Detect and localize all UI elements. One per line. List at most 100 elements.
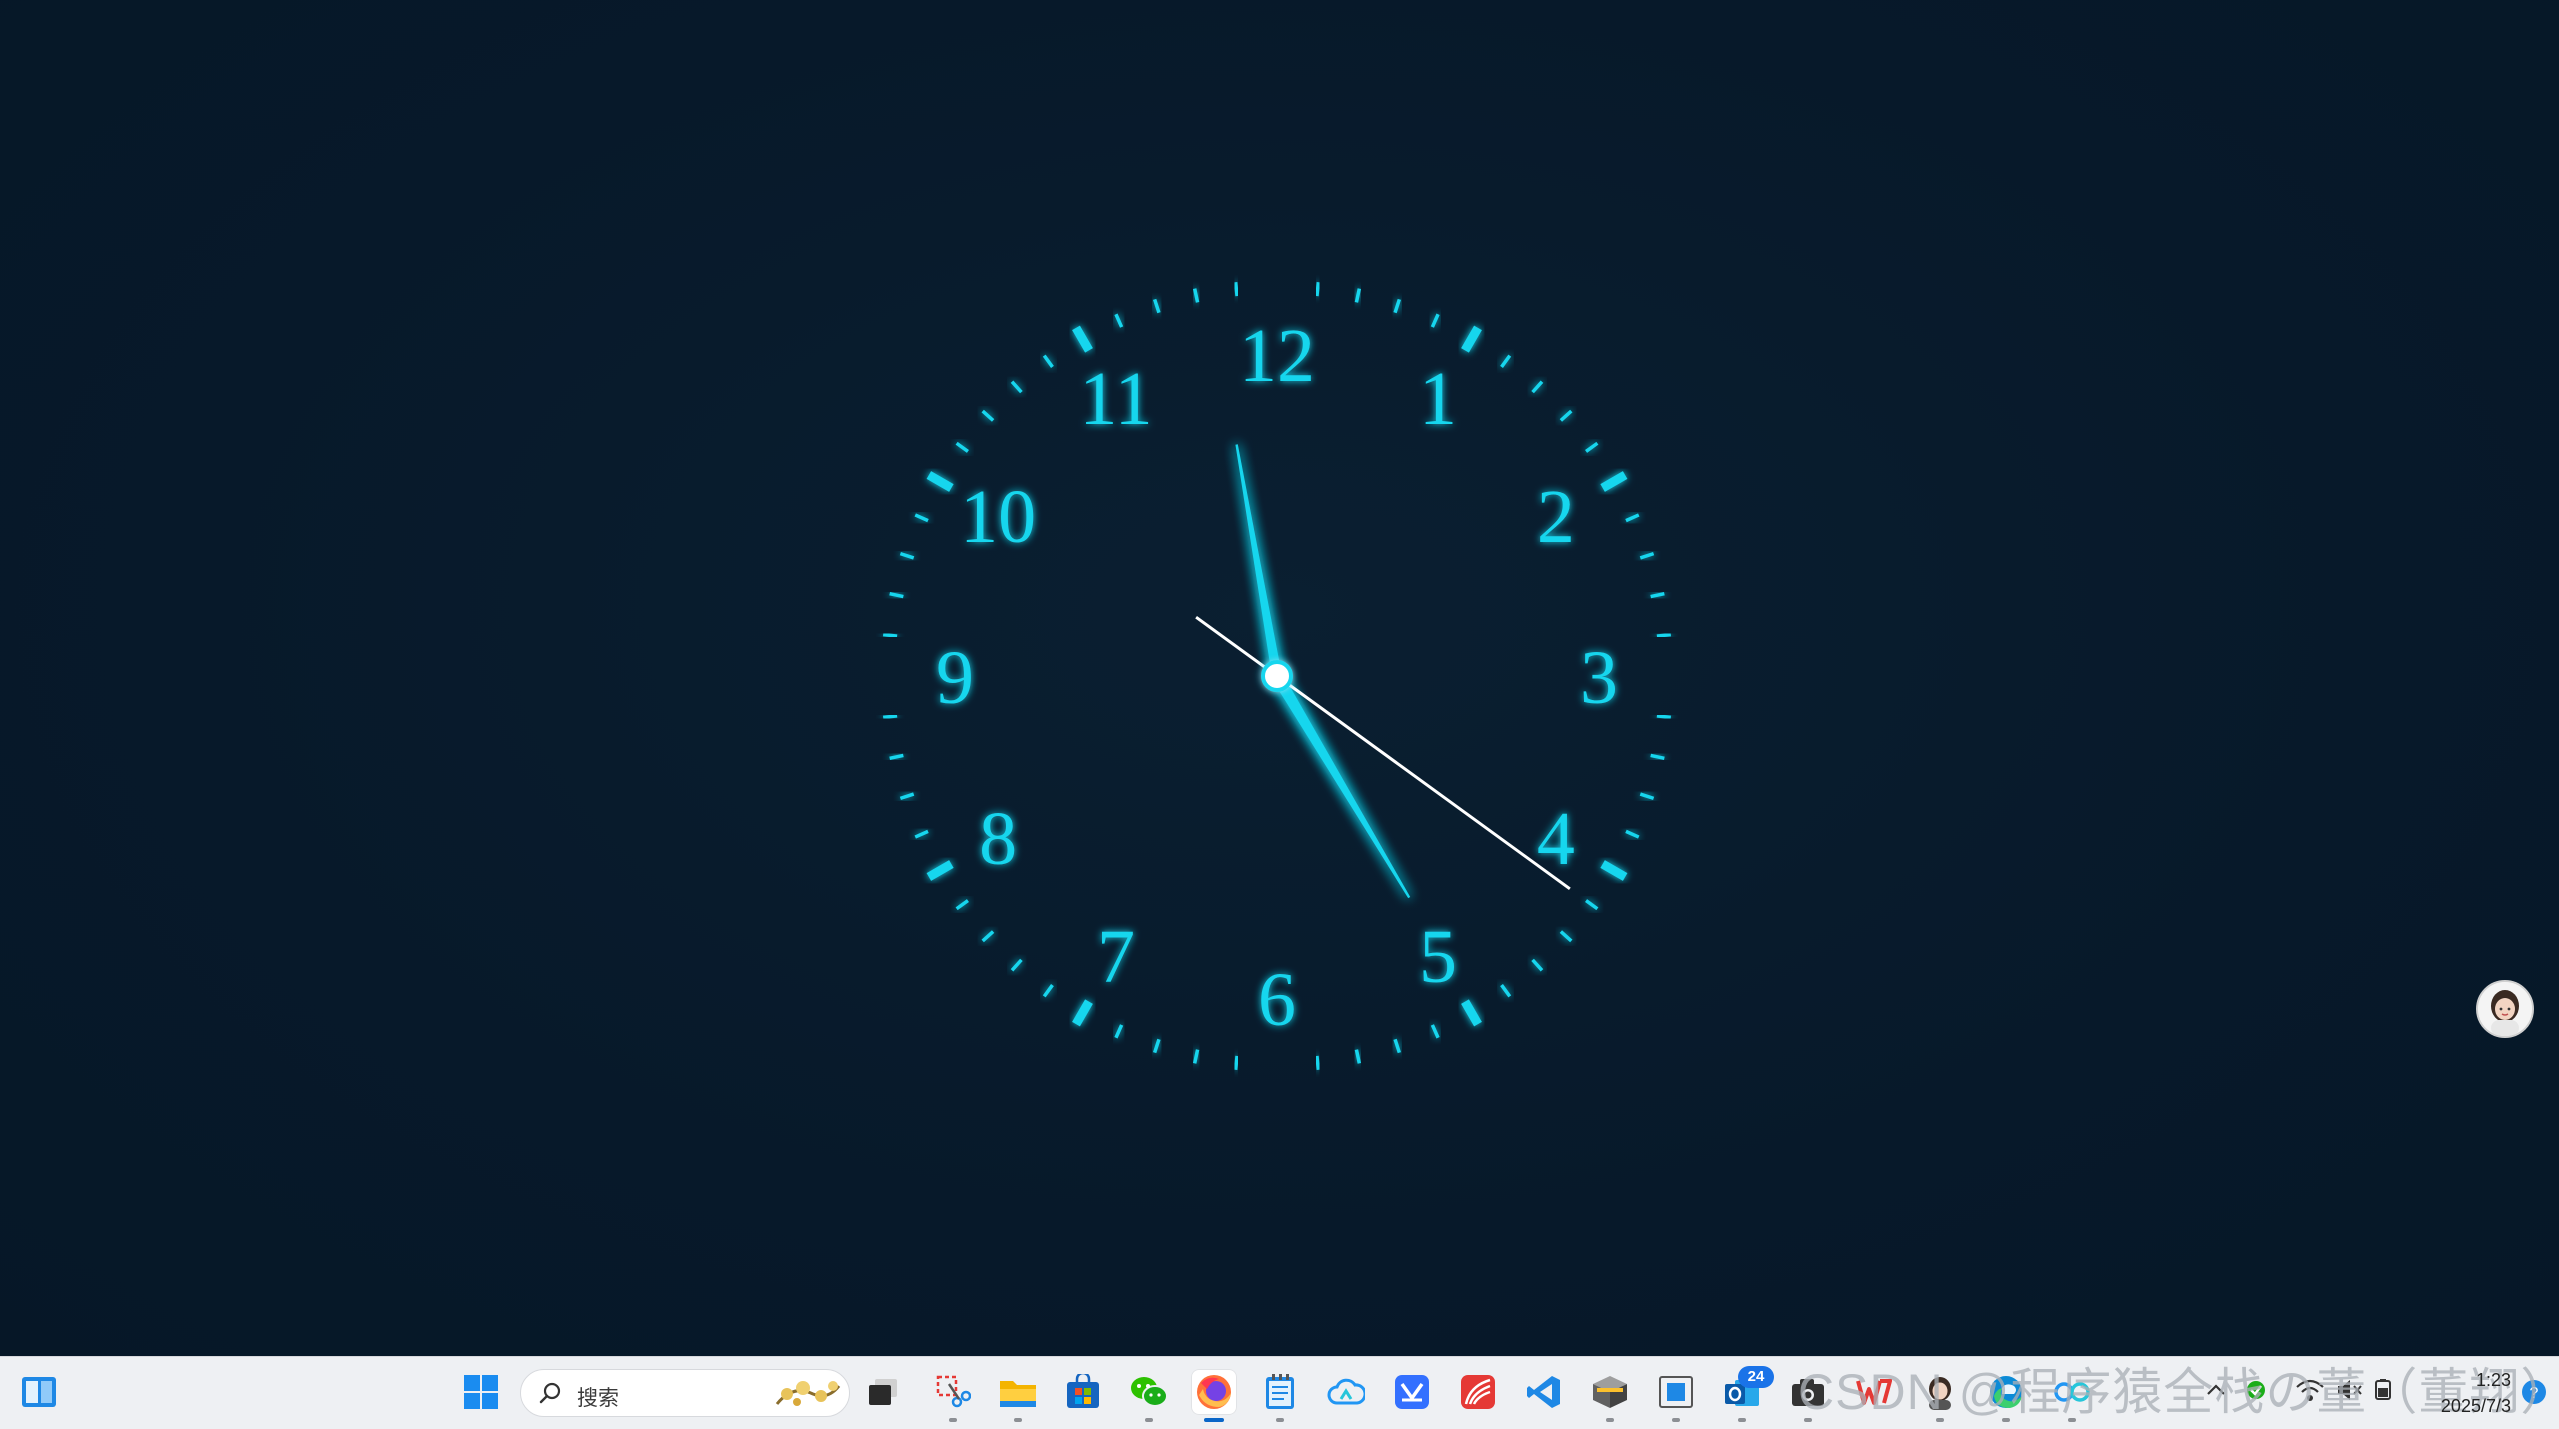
clock-minute-tick bbox=[914, 513, 929, 523]
clock-hands bbox=[1195, 444, 1571, 899]
clock-minute-tick bbox=[981, 930, 995, 943]
task-view-button[interactable] bbox=[860, 1369, 906, 1415]
desktop: 12 1 2 3 4 5 6 7 8 9 10 11 bbox=[0, 0, 2559, 1356]
clock-minute-tick bbox=[1430, 313, 1440, 328]
xuexitong-button[interactable] bbox=[1455, 1369, 1501, 1415]
clock-minute-tick bbox=[1393, 298, 1402, 314]
running-indicator bbox=[1672, 1418, 1680, 1422]
notepad-icon bbox=[1266, 1374, 1294, 1409]
firefox-button[interactable] bbox=[1191, 1369, 1237, 1422]
clock-numeral-6: 6 bbox=[1258, 958, 1296, 1042]
widgets-button[interactable] bbox=[16, 1369, 62, 1415]
clock-minute-tick bbox=[1233, 281, 1239, 297]
clock-minute-tick bbox=[889, 591, 904, 599]
lark-button[interactable] bbox=[1389, 1369, 1435, 1415]
floating-avatar[interactable] bbox=[2476, 980, 2534, 1038]
snipping-tool-button[interactable] bbox=[930, 1369, 976, 1422]
clock-numeral-10: 10 bbox=[960, 475, 1036, 559]
clock-hour-tick bbox=[926, 471, 954, 492]
clock-hour-tick bbox=[1461, 325, 1482, 353]
clock-minute-tick bbox=[1559, 409, 1573, 422]
start-icon bbox=[464, 1375, 498, 1409]
search-icon bbox=[539, 1382, 561, 1404]
clock-minute-tick bbox=[955, 441, 969, 453]
clock-minute-tick bbox=[889, 753, 904, 761]
widgets-icon bbox=[22, 1377, 56, 1407]
clock-second-hand bbox=[1195, 616, 1571, 890]
notepad-button[interactable] bbox=[1257, 1369, 1303, 1422]
package-app-button[interactable] bbox=[1587, 1369, 1633, 1422]
clock-minute-tick bbox=[1625, 513, 1640, 523]
clock-minute-tick bbox=[1639, 551, 1655, 560]
clock-minute-tick bbox=[1531, 958, 1544, 972]
clock-numeral-2: 2 bbox=[1537, 475, 1575, 559]
running-indicator bbox=[1014, 1418, 1022, 1422]
clock-center-cap bbox=[1261, 660, 1293, 692]
analog-clock: 121234567891011 bbox=[875, 274, 1679, 1078]
lark-icon bbox=[1395, 1375, 1429, 1409]
search-placeholder: 搜索 bbox=[577, 1387, 619, 1410]
running-indicator bbox=[1204, 1418, 1224, 1422]
clock-minute-tick bbox=[1393, 1038, 1402, 1054]
clock-minute-tick bbox=[1585, 441, 1599, 453]
clock-minute-tick bbox=[1625, 829, 1640, 839]
window-app-icon bbox=[1659, 1376, 1693, 1408]
microsoft-store-icon bbox=[1067, 1374, 1099, 1408]
tray-time[interactable]: 1:23 bbox=[2391, 1370, 2511, 1391]
clock-numeral-1: 1 bbox=[1419, 357, 1457, 441]
running-indicator bbox=[1145, 1418, 1153, 1422]
clock-minute-tick bbox=[1559, 930, 1573, 943]
clock-numeral-5: 5 bbox=[1419, 915, 1457, 999]
xuexitong-icon bbox=[1461, 1375, 1495, 1409]
search-input[interactable]: 搜索 bbox=[520, 1369, 850, 1417]
clock-minute-tick bbox=[1152, 1038, 1161, 1054]
clock-minute-tick bbox=[1650, 753, 1665, 761]
clock-minute-tick bbox=[1430, 1024, 1440, 1039]
clock-minute-tick bbox=[1114, 1024, 1124, 1039]
firefox-icon bbox=[1197, 1375, 1231, 1409]
clock-minute-tick bbox=[899, 551, 915, 560]
file-explorer-button[interactable] bbox=[995, 1369, 1041, 1422]
clock-minute-tick bbox=[899, 792, 915, 801]
clock-hour-tick bbox=[1072, 325, 1093, 353]
window-app-button[interactable] bbox=[1653, 1369, 1699, 1422]
clock-minute-tick bbox=[882, 714, 898, 720]
clock-minute-tick bbox=[981, 409, 995, 422]
clock-minute-tick bbox=[1639, 792, 1655, 801]
package-app-icon bbox=[1593, 1376, 1627, 1408]
running-indicator bbox=[1738, 1418, 1746, 1422]
clock-minute-tick bbox=[1233, 1055, 1239, 1071]
wechat-button[interactable] bbox=[1126, 1369, 1172, 1422]
running-indicator bbox=[1276, 1418, 1284, 1422]
clock-numeral-8: 8 bbox=[979, 797, 1017, 881]
clock-minute-tick bbox=[1114, 313, 1124, 328]
baidu-netdisk-button[interactable] bbox=[1323, 1369, 1369, 1415]
clock-minute-tick bbox=[1500, 354, 1512, 368]
clock-numeral-3: 3 bbox=[1580, 636, 1618, 720]
clock-minute-tick bbox=[1010, 380, 1023, 394]
baidu-netdisk-icon bbox=[1327, 1378, 1365, 1405]
clock-minute-tick bbox=[1656, 714, 1672, 720]
clock-minute-tick bbox=[1650, 591, 1665, 599]
tray-date[interactable]: 2025/7/3 bbox=[2391, 1396, 2511, 1417]
clock-minute-tick bbox=[1042, 354, 1054, 368]
clock-minute-tick bbox=[955, 899, 969, 911]
clock-numeral-7: 7 bbox=[1097, 915, 1135, 999]
clock-minute-tick bbox=[914, 829, 929, 839]
clock-minute-tick bbox=[1531, 380, 1544, 394]
clock-minute-tick bbox=[1192, 1049, 1200, 1064]
microsoft-store-button[interactable] bbox=[1060, 1369, 1106, 1415]
clock-minute-tick bbox=[1192, 288, 1200, 303]
running-indicator bbox=[949, 1418, 957, 1422]
notification-badge: 24 bbox=[1738, 1366, 1774, 1388]
avatar-icon bbox=[2478, 982, 2532, 1036]
clock-minute-tick bbox=[1354, 288, 1362, 303]
clock-hour-tick bbox=[1461, 999, 1482, 1027]
task-view-icon bbox=[869, 1379, 897, 1405]
start-button[interactable] bbox=[458, 1369, 504, 1415]
clock-hour-tick bbox=[1600, 860, 1628, 881]
clock-minute-tick bbox=[1315, 281, 1321, 297]
snipping-tool-icon bbox=[936, 1375, 971, 1408]
clock-hour-tick bbox=[1600, 471, 1628, 492]
vscode-button[interactable] bbox=[1521, 1369, 1567, 1415]
